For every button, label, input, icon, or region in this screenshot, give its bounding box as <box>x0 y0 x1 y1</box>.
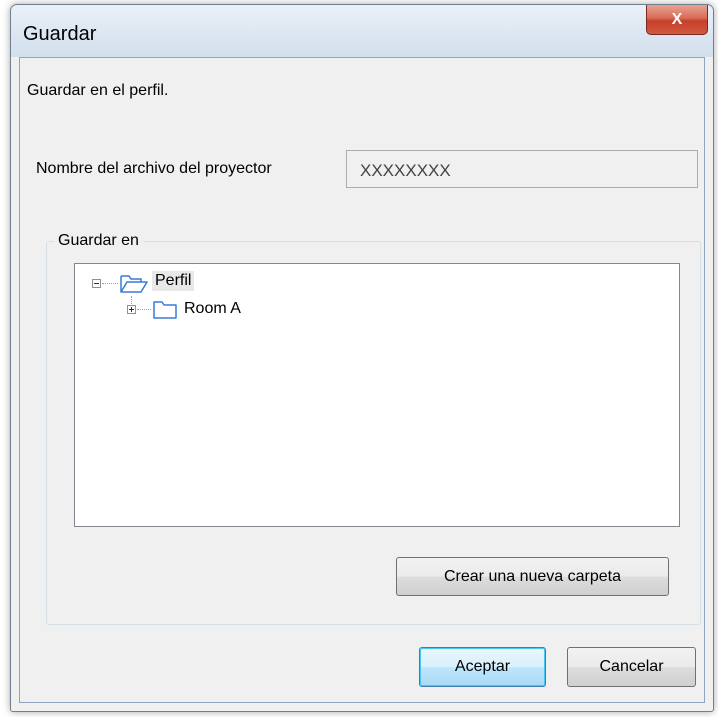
tree-node-perfil[interactable]: Perfil <box>152 271 195 291</box>
accept-button[interactable]: Aceptar <box>419 647 546 687</box>
close-icon: X <box>671 10 683 28</box>
close-button[interactable]: X <box>646 5 708 35</box>
tree-connector <box>131 296 132 304</box>
expand-icon[interactable] <box>127 305 136 314</box>
dialog-description: Guardar en el perfil. <box>27 82 169 99</box>
projector-file-field[interactable]: XXXXXXXX <box>346 150 698 188</box>
title-bar[interactable]: Guardar X <box>11 5 713 57</box>
folder-open-icon <box>120 275 148 293</box>
save-location-group-label: Guardar en <box>54 232 143 250</box>
tree-connector <box>137 309 151 310</box>
tree-node-room-a[interactable]: Room A <box>181 299 244 319</box>
tree-connector <box>102 283 118 284</box>
window-title: Guardar <box>23 23 97 45</box>
projector-file-label: Nombre del archivo del proyector <box>36 160 272 177</box>
folder-tree[interactable]: Perfil Room A <box>74 263 680 527</box>
cancel-button[interactable]: Cancelar <box>567 647 696 687</box>
collapse-icon[interactable] <box>92 279 101 288</box>
new-folder-button[interactable]: Crear una nueva carpeta <box>396 557 669 596</box>
folder-icon <box>153 301 177 319</box>
